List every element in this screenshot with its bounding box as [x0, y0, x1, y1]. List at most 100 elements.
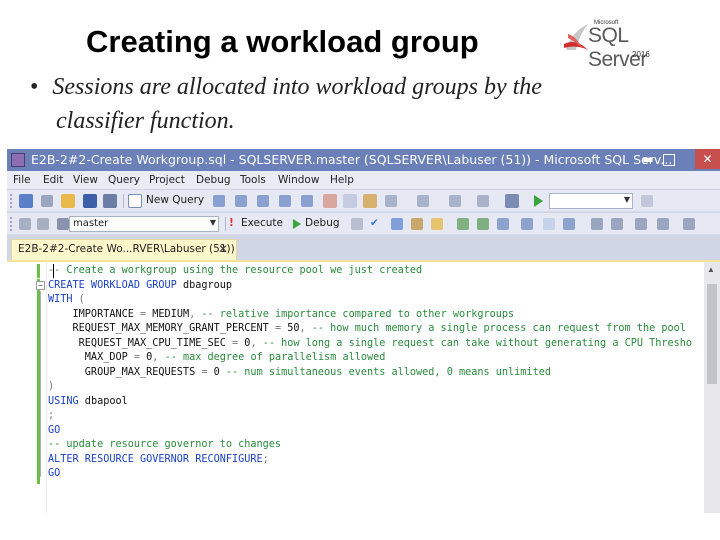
copy-icon[interactable] — [343, 194, 357, 208]
code-line[interactable]: ) — [48, 380, 692, 395]
code-token: -- how much memory a single process can … — [305, 323, 686, 334]
available-databases-icon[interactable] — [57, 218, 69, 230]
close-button[interactable]: ✕ — [695, 149, 720, 169]
include-plan-icon[interactable] — [477, 218, 489, 230]
execute-icon[interactable]: ! — [229, 217, 234, 229]
paste-icon[interactable] — [363, 194, 377, 208]
close-tab-icon[interactable]: ✕ — [218, 242, 228, 256]
undo-icon[interactable] — [385, 195, 397, 207]
bullet-text-line-2: classifier function. — [56, 108, 235, 134]
sql-code[interactable]: -- Create a workgroup using the resource… — [48, 264, 692, 482]
results-to-file-icon[interactable] — [563, 218, 575, 230]
minimize-button[interactable]: ▬ — [639, 151, 657, 167]
debug-icon[interactable] — [293, 219, 301, 229]
query-designer-icon[interactable] — [411, 218, 423, 230]
sql-editor[interactable]: − -- Create a workgroup using the resour… — [7, 260, 720, 513]
code-line[interactable]: USING dbapool — [48, 395, 692, 410]
code-line[interactable]: REQUEST_MAX_MEMORY_GRANT_PERCENT = 50, -… — [48, 322, 692, 337]
query-option-icon[interactable] — [213, 195, 225, 207]
decrease-indent-icon[interactable] — [635, 218, 647, 230]
scroll-up-icon[interactable]: ▲ — [707, 265, 715, 274]
menu-file[interactable]: File — [13, 174, 31, 186]
code-token: -- Create a workgroup using the resource… — [48, 265, 423, 276]
code-token: MEDIUM — [146, 308, 190, 320]
change-connection-icon[interactable] — [37, 218, 49, 230]
query-option-icon[interactable] — [279, 195, 291, 207]
execute-button[interactable]: Execute — [241, 217, 283, 229]
cut-icon[interactable] — [323, 194, 337, 208]
menu-window[interactable]: Window — [278, 174, 319, 186]
window-title: E2B-2#2-Create Workgroup.sql - SQLSERVER… — [31, 152, 673, 167]
back-icon[interactable] — [41, 195, 53, 207]
code-line[interactable]: ALTER RESOURCE GOVERNOR RECONFIGURE; — [48, 453, 692, 468]
code-token: REQUEST_MAX_CPU_TIME_SEC — [48, 337, 233, 349]
maximize-button[interactable] — [663, 154, 675, 166]
code-line[interactable]: CREATE WORKLOAD GROUP dbagroup — [48, 279, 692, 294]
tab-query-document[interactable]: E2B-2#2-Create Wo...RVER\Labuser (51)) ✕ — [11, 239, 237, 260]
collapse-region-icon[interactable]: − — [36, 281, 45, 290]
chevron-down-icon: ▼ — [209, 218, 216, 227]
query-options-icon[interactable] — [431, 218, 443, 230]
results-to-text-icon[interactable] — [521, 218, 533, 230]
query-option-icon[interactable] — [257, 195, 269, 207]
open-file-icon[interactable] — [61, 194, 75, 208]
code-line[interactable]: IMPORTANCE = MEDIUM, -- relative importa… — [48, 308, 692, 323]
code-line[interactable]: REQUEST_MAX_CPU_TIME_SEC = 0, -- how lon… — [48, 337, 692, 352]
display-plan-icon[interactable] — [391, 218, 403, 230]
code-line[interactable]: GO — [48, 467, 692, 482]
code-token: 0 — [140, 352, 153, 363]
increase-indent-icon[interactable] — [657, 218, 669, 230]
redo-icon[interactable] — [417, 195, 429, 207]
solution-config-dropdown[interactable]: ▼ — [549, 193, 633, 209]
menu-project[interactable]: Project — [149, 174, 185, 186]
navigate-backward-icon[interactable] — [449, 195, 461, 207]
database-dropdown[interactable]: master ▼ — [69, 216, 219, 232]
code-line[interactable]: ; — [48, 409, 692, 424]
scrollbar-thumb[interactable] — [707, 284, 717, 384]
standard-toolbar: New Query ▼ — [7, 189, 720, 211]
menu-help[interactable]: Help — [330, 174, 354, 186]
specify-values-icon[interactable] — [683, 218, 695, 230]
save-icon[interactable] — [83, 194, 97, 208]
toolbar-grip[interactable] — [10, 217, 13, 231]
solution-explorer-icon[interactable] — [505, 194, 519, 208]
query-option-icon[interactable] — [235, 195, 247, 207]
ssms-app-icon — [11, 153, 25, 167]
code-line[interactable]: -- update resource governor to changes — [48, 438, 692, 453]
window-titlebar[interactable]: E2B-2#2-Create Workgroup.sql - SQLSERVER… — [7, 149, 720, 171]
new-project-icon[interactable] — [19, 194, 33, 208]
menu-tools[interactable]: Tools — [240, 174, 266, 186]
parse-icon[interactable]: ✔ — [370, 217, 379, 229]
intellisense-icon[interactable] — [457, 218, 469, 230]
code-line[interactable]: WITH ( — [48, 293, 692, 308]
menu-query[interactable]: Query — [108, 174, 140, 186]
code-line[interactable]: GROUP_MAX_REQUESTS = 0 -- num simultaneo… — [48, 366, 692, 381]
stop-icon[interactable] — [351, 218, 363, 230]
results-to-grid-icon[interactable] — [543, 218, 555, 230]
code-token: ( — [72, 294, 85, 305]
menu-debug[interactable]: Debug — [196, 174, 231, 186]
code-token: ALTER RESOURCE GOVERNOR RECONFIGURE — [48, 453, 263, 465]
vertical-scrollbar[interactable]: ▲ — [704, 262, 720, 513]
query-option-icon[interactable] — [301, 195, 313, 207]
menu-edit[interactable]: Edit — [43, 174, 63, 186]
comment-icon[interactable] — [591, 218, 603, 230]
uncomment-icon[interactable] — [611, 218, 623, 230]
debug-button[interactable]: Debug — [305, 217, 340, 229]
navigate-forward-icon[interactable] — [477, 195, 489, 207]
code-line[interactable]: GO — [48, 424, 692, 439]
menu-view[interactable]: View — [73, 174, 98, 186]
code-line[interactable]: -- Create a workgroup using the resource… — [48, 264, 692, 279]
connect-icon[interactable] — [19, 218, 31, 230]
find-icon[interactable] — [641, 195, 653, 207]
new-query-icon[interactable] — [128, 194, 142, 208]
start-icon[interactable] — [534, 195, 543, 207]
sql-server-logo: Microsoft SQL Server 2016 — [560, 18, 672, 71]
client-statistics-icon[interactable] — [497, 218, 509, 230]
code-token: -- relative importance compared to other… — [195, 308, 515, 320]
toolbar-grip[interactable] — [10, 194, 13, 208]
code-line[interactable]: MAX_DOP = 0, -- max degree of parallelis… — [48, 351, 692, 366]
document-tabstrip: E2B-2#2-Create Wo...RVER\Labuser (51)) ✕ — [7, 235, 720, 260]
save-all-icon[interactable] — [103, 194, 117, 208]
new-query-button[interactable]: New Query — [146, 194, 204, 206]
